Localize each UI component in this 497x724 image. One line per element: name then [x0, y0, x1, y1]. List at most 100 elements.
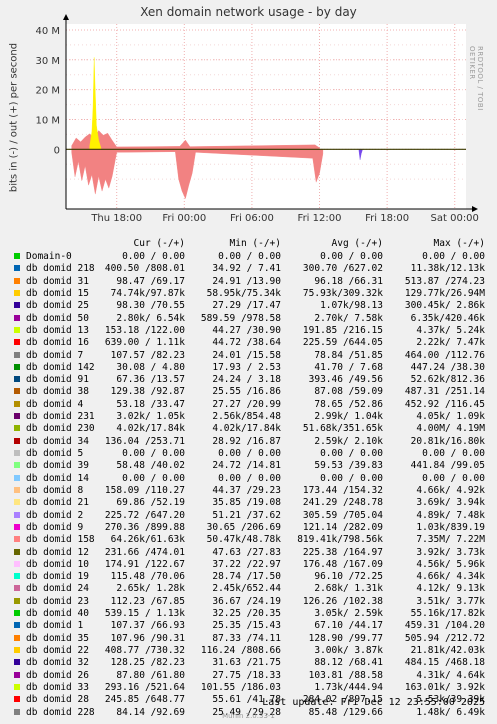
legend-swatch — [14, 388, 20, 395]
legend-max: 4.56k/ 5.96k — [416, 558, 485, 570]
legend-max: 1.03k/839.19 — [416, 521, 485, 533]
legend-row: db domid 16 639.00 / 1.11k 44.72 /38.64 225… — [0, 337, 497, 349]
legend-cur: 245.85 /648.77 — [104, 694, 185, 706]
legend-cur: 153.18 /122.00 — [104, 324, 185, 336]
legend-cur: 112.23 /67.85 — [110, 595, 185, 607]
legend-row: db domid 39 58.48 /40.02 24.72 /14.81 59.53… — [0, 460, 497, 472]
legend-row: db domid 31 98.47 /69.17 24.91 /13.90 96.18… — [0, 276, 497, 288]
legend-row: db domid 12 231.66 /474.01 47.63 /27.83 225… — [0, 547, 497, 559]
legend-max: 4.05k/ 1.09k — [416, 411, 485, 423]
legend-min: 28.74 /17.50 — [212, 571, 281, 583]
legend-cur: 58.48 /40.02 — [116, 460, 185, 472]
legend-avg: 191.85 /216.15 — [302, 324, 383, 336]
legend-cur: 400.50 /808.01 — [104, 263, 185, 275]
legend-name: db domid 16 — [26, 337, 89, 349]
legend-max: 0.00 / 0.00 — [422, 251, 485, 262]
legend-max: 11.38k/12.13k — [410, 263, 485, 275]
legend-swatch — [14, 536, 20, 543]
legend-avg: 819.41k/798.56k — [297, 534, 383, 546]
legend-row: db domid 32 128.25 /82.23 31.63 /21.75 88.1… — [0, 657, 497, 669]
legend-name: db domid 12 — [26, 546, 89, 558]
legend-min: 44.27 /30.90 — [212, 324, 281, 336]
legend-avg: 176.48 /167.09 — [302, 558, 383, 570]
legend-min: 27.75 /18.33 — [212, 669, 281, 681]
legend-max: 300.45k/ 2.86k — [404, 300, 485, 312]
y-axis-arrow — [63, 14, 69, 20]
legend-swatch — [14, 413, 20, 420]
legend-min: 34.92 / 7.41 — [212, 263, 281, 275]
legend-avg: 225.38 /164.97 — [302, 546, 383, 558]
legend-name: Domain-0 — [26, 251, 72, 262]
legend-min: 0.00 / 0.00 — [218, 448, 281, 459]
legend-avg: 41.70 / 7.68 — [314, 361, 383, 373]
legend-cur: 87.80 /61.80 — [116, 669, 185, 681]
legend-swatch — [14, 474, 20, 481]
header-max: Max (-/+) — [433, 238, 485, 249]
legend-row: db domid 231 3.02k/ 1.05k 2.56k/854.48 2.99… — [0, 411, 497, 423]
header-avg: Avg (-/+) — [331, 238, 383, 249]
legend-name: db domid 13 — [26, 324, 89, 336]
legend-max: 447.24 /38.30 — [410, 361, 485, 373]
legend-name: db domid 50 — [26, 312, 89, 324]
legend-cur: 136.04 /253.71 — [104, 435, 185, 447]
x-tick-label: Fri 00:00 — [162, 213, 206, 224]
legend-min: 2.45k/652.44 — [212, 583, 281, 595]
x-tick-label: Fri 18:00 — [365, 213, 409, 224]
legend-min: 87.33 /74.11 — [212, 632, 281, 644]
legend-max: 513.87 /274.23 — [404, 275, 485, 287]
legend-avg: 241.29 /248.78 — [302, 497, 383, 509]
legend-cur: 64.26k/61.63k — [110, 534, 185, 546]
legend-row: db domid 40 539.15 / 1.13k 32.25 /20.35 3.0… — [0, 608, 497, 620]
y-tick-labels: 40 M 30 M 20 M 10 M 0 — [35, 26, 60, 156]
legend-swatch — [14, 696, 20, 703]
legend-max: 484.15 /468.18 — [404, 657, 485, 669]
legend-avg: 59.53 /39.83 — [314, 460, 383, 472]
legend-table: Domain-0 0.00 / 0.00 0.00 / 0.00 0.00 / 0.0… — [0, 251, 497, 719]
legend-swatch — [14, 622, 20, 629]
legend-row: db domid 230 4.02k/17.84k 4.02k/17.84k 51.6… — [0, 423, 497, 435]
legend-min: 0.00 / 0.00 — [218, 472, 281, 484]
legend-min: 101.55 /186.03 — [200, 681, 281, 693]
legend-avg: 2.59k/ 2.10k — [314, 435, 383, 447]
y-tick-label: 10 M — [35, 115, 60, 126]
x-tick-label: Sat 00:00 — [431, 213, 479, 224]
legend-row: db domid 22 408.77 /730.32 116.24 /808.66 3… — [0, 645, 497, 657]
legend-name: db domid 14 — [26, 472, 89, 484]
legend-avg: 51.68k/351.65k — [302, 423, 383, 435]
legend-row: db domid 33 293.16 /521.64 101.55 /186.03 1… — [0, 682, 497, 694]
legend-avg: 225.59 /644.05 — [302, 337, 383, 349]
plot-background — [66, 24, 466, 209]
chart-svg: 40 M 30 M 20 M 10 M 0 Thu 18:00 Fri 00:00 Fri … — [35, 14, 479, 224]
legend-min: 24.24 / 3.18 — [212, 374, 281, 386]
legend-min: 58.95k/75.34k — [206, 287, 281, 299]
legend-name: db domid 91 — [26, 374, 89, 386]
legend-row: db domid 91 67.36 /13.57 24.24 / 3.18 393.4… — [0, 374, 497, 386]
legend-min: 44.72 /38.64 — [212, 337, 281, 349]
legend-name: db domid 8 — [26, 484, 84, 496]
legend-swatch — [14, 659, 20, 666]
legend-swatch — [14, 523, 20, 530]
header-min: Min (-/+) — [229, 238, 281, 249]
legend-swatch — [14, 277, 20, 284]
legend-min: 27.27 /20.99 — [212, 398, 281, 410]
legend-header: Cur (-/+) Min (-/+) Avg (-/+) Max (-/+) — [0, 238, 497, 250]
x-tick-label: Fri 12:00 — [298, 213, 342, 224]
legend-max: 2.22k/ 7.47k — [416, 337, 485, 349]
legend-name: db domid 15 — [26, 287, 89, 299]
legend-min: 44.37 /29.23 — [212, 484, 281, 496]
legend-max: 459.31 /104.20 — [404, 620, 485, 632]
legend-max: 6.35k/420.46k — [410, 312, 485, 324]
legend-row: Domain-0 0.00 / 0.00 0.00 / 0.00 0.00 / 0.0… — [0, 251, 497, 263]
legend-min: 25.55 /16.86 — [212, 386, 281, 398]
legend-swatch — [14, 351, 20, 358]
legend-cur: 69.86 /52.19 — [116, 497, 185, 509]
legend-cur: 98.47 /69.17 — [116, 275, 185, 287]
legend-min: 37.22 /22.97 — [212, 558, 281, 570]
legend-cur: 158.09 /110.27 — [104, 484, 185, 496]
legend-min: 28.92 /16.87 — [212, 435, 281, 447]
legend-row: db domid 7 107.57 /82.23 24.01 /15.58 78.84… — [0, 350, 497, 362]
legend-cur: 0.00 / 0.00 — [122, 251, 185, 262]
legend-row: db domid 2 225.72 /647.20 51.21 /37.62 305.… — [0, 510, 497, 522]
legend-avg: 78.65 /52.86 — [314, 398, 383, 410]
legend-swatch — [14, 499, 20, 506]
